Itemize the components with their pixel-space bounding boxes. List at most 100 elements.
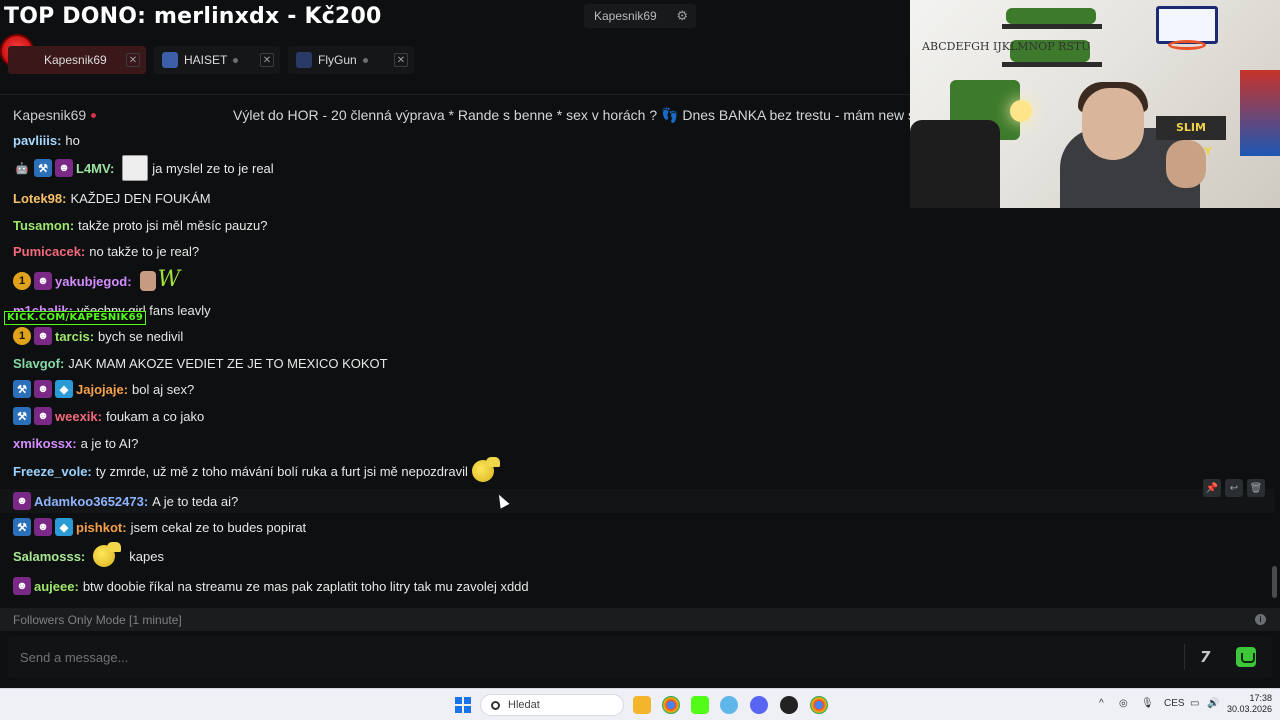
chevron-up-icon[interactable]: ^ xyxy=(1099,698,1104,709)
discord-icon[interactable] xyxy=(750,696,768,714)
chat-text: JAK MAM AKOZE VEDIET ZE JE TO MEXICO KOK… xyxy=(68,355,388,371)
waving-emote xyxy=(93,542,122,567)
reply-icon[interactable]: ↩ xyxy=(1225,479,1243,497)
tab-kapesnik69[interactable]: Kapesnik69 ✕ xyxy=(8,46,146,74)
emote-picker-icon[interactable] xyxy=(1236,647,1256,667)
chat-message[interactable]: Lotek98: KAŽDEJ DEN FOUKÁM xyxy=(13,186,211,210)
file-explorer-icon[interactable] xyxy=(633,696,651,714)
chat-message[interactable]: Salamosss: kapes xyxy=(13,542,164,568)
chrome-icon[interactable] xyxy=(662,696,680,714)
system-clock[interactable]: 17:38 30.03.2026 xyxy=(1226,693,1272,715)
gifter-badge-icon: 1 xyxy=(13,327,31,345)
subscriber-badge-icon: ☻ xyxy=(34,407,52,425)
chat-username[interactable]: Salamosss: xyxy=(13,549,85,564)
delete-icon[interactable]: 🗑 xyxy=(1247,479,1265,497)
chat-message[interactable]: ⚒ ☻ ◆ pishkot: jsem cekal ze to budes po… xyxy=(13,515,306,539)
gifter-badge-icon: 1 xyxy=(13,272,31,290)
pin-icon[interactable]: 📌 xyxy=(1203,479,1221,497)
shelf xyxy=(1002,24,1102,29)
message-actions: 📌 ↩ 🗑 xyxy=(1203,479,1265,497)
chat-message[interactable]: ☻ aujeee: btw doobie říkal na streamu ze… xyxy=(13,574,529,598)
chat-username[interactable]: yakubjegod: xyxy=(55,274,132,289)
chat-username[interactable]: Jajojaje: xyxy=(76,382,128,397)
chat-text: btw doobie říkal na streamu ze mas pak z… xyxy=(82,578,529,594)
waving-emote xyxy=(471,457,500,482)
chat-message[interactable]: xmikossx: a je to AI? xyxy=(13,431,138,455)
basketball-hoop xyxy=(1156,6,1218,44)
tab-haiset[interactable]: HAISET ✕ xyxy=(154,46,280,74)
subscriber-badge-icon: ☻ xyxy=(13,577,31,595)
language-indicator[interactable]: CES xyxy=(1164,698,1185,709)
shelf xyxy=(1002,62,1102,67)
chat-username[interactable]: Adamkoo3652473: xyxy=(34,494,148,509)
close-icon[interactable]: ✕ xyxy=(260,53,274,67)
seven-tv-icon[interactable]: 7 xyxy=(1200,648,1210,666)
chrome-profile-icon[interactable] xyxy=(810,696,828,714)
info-icon[interactable]: i xyxy=(1255,614,1266,625)
chat-message[interactable]: Slavgof: JAK MAM AKOZE VEDIET ZE JE TO M… xyxy=(13,351,388,375)
chat-message[interactable]: pavliiis: ho xyxy=(13,128,80,152)
cube-badge-icon: ◆ xyxy=(55,518,73,536)
close-icon[interactable]: ✕ xyxy=(394,53,408,67)
browser-icon[interactable] xyxy=(720,696,738,714)
chat-username[interactable]: Lotek98: xyxy=(13,191,66,206)
chat-username[interactable]: pishkot: xyxy=(76,520,127,535)
kick-app-icon[interactable] xyxy=(691,696,709,714)
chat-username[interactable]: Pumicacek: xyxy=(13,244,85,259)
chat-username[interactable]: pavliiis: xyxy=(13,133,61,148)
gear-icon[interactable]: ⚙ xyxy=(676,8,688,24)
microphone-icon[interactable]: 🎙 xyxy=(1141,698,1154,709)
chat-username[interactable]: weexik: xyxy=(55,409,102,424)
chat-text: bych se nedivil xyxy=(98,328,184,344)
followers-only-label: Followers Only Mode [1 minute] xyxy=(13,612,182,627)
chat-message[interactable]: Freeze_vole: ty zmrde, už mě z toho mává… xyxy=(13,457,500,483)
taskbar-search[interactable]: Hledat xyxy=(480,694,624,716)
chat-username[interactable]: L4MV: xyxy=(76,161,114,176)
chat-username[interactable]: Slavgof: xyxy=(13,356,64,371)
chat-message[interactable]: ⚒ ☻ ◆ Jajojaje: bol aj sex? xyxy=(13,377,194,401)
chat-message[interactable]: Tusamon: takže proto jsi měl měsíc pauzu… xyxy=(13,213,267,237)
taskbar-search-label: Hledat xyxy=(508,699,540,711)
tab-label: FlyGun xyxy=(318,53,357,67)
windows-start-icon[interactable] xyxy=(455,697,471,713)
chat-message[interactable]: Pumicacek: no takže to je real? xyxy=(13,239,199,263)
search-icon xyxy=(491,700,500,710)
channel-avatar-icon xyxy=(296,52,312,68)
chat-text: a je to AI? xyxy=(80,435,139,451)
channel-name[interactable]: Kapesnik69 xyxy=(13,107,86,123)
offline-dot-icon xyxy=(362,57,368,63)
chat-username[interactable]: Tusamon: xyxy=(13,218,74,233)
clock-time: 17:38 xyxy=(1249,693,1272,703)
chat-text: ty zmrde, už mě z toho mávání bolí ruka … xyxy=(95,463,468,479)
chat-text: kapes xyxy=(129,548,164,564)
display-icon[interactable]: ▭ xyxy=(1190,698,1199,709)
chat-message[interactable]: ☻ Adamkoo3652473: A je to teda ai? xyxy=(13,489,238,513)
chat-username[interactable]: aujeee: xyxy=(34,579,79,594)
tab-flygun[interactable]: FlyGun ✕ xyxy=(288,46,414,74)
chat-text: foukam a co jako xyxy=(105,408,205,424)
chat-message[interactable]: ⚒ ☻ weexik: foukam a co jako xyxy=(13,404,204,428)
chat-message[interactable]: 1 ☻ tarcis: bych se nedivil xyxy=(13,324,183,348)
bot-badge-icon: 🤖 xyxy=(15,162,29,175)
windows-taskbar: Hledat ^ ◎ 🎙 CES ▭ 🔊 17:38 30.03.2026 xyxy=(0,688,1280,720)
chat-scrollbar[interactable] xyxy=(1272,566,1277,598)
chat-feed[interactable]: pavliiis: ho 🤖 ⚒ ☻ L4MV: ja myslel ze to… xyxy=(0,130,1280,600)
volume-icon[interactable]: 🔊 xyxy=(1207,698,1219,709)
moderator-badge-icon: ⚒ xyxy=(13,380,31,398)
subscriber-badge-icon: ☻ xyxy=(34,327,52,345)
obs-icon[interactable] xyxy=(780,696,798,714)
channel-tabs: Kapesnik69 ✕ HAISET ✕ FlyGun ✕ xyxy=(8,46,414,74)
network-tray-icon[interactable]: ◎ xyxy=(1119,698,1128,709)
live-indicator-icon xyxy=(91,112,97,118)
chat-message[interactable]: 1 ☻ yakubjegod: W xyxy=(13,267,188,293)
channel-selector[interactable]: Kapesnik69 ⚙ xyxy=(584,4,696,28)
chat-username[interactable]: tarcis: xyxy=(55,329,94,344)
close-icon[interactable]: ✕ xyxy=(126,53,140,67)
chat-message[interactable]: 🤖 ⚒ ☻ L4MV: ja myslel ze to je real xyxy=(13,155,274,181)
chat-username[interactable]: xmikossx: xyxy=(13,436,77,451)
tab-label: Kapesnik69 xyxy=(44,53,107,67)
chat-username[interactable]: Freeze_vole: xyxy=(13,464,92,479)
subscriber-badge-icon: ☻ xyxy=(34,380,52,398)
tab-label: HAISET xyxy=(184,53,228,67)
chat-message-input[interactable] xyxy=(20,647,1180,667)
